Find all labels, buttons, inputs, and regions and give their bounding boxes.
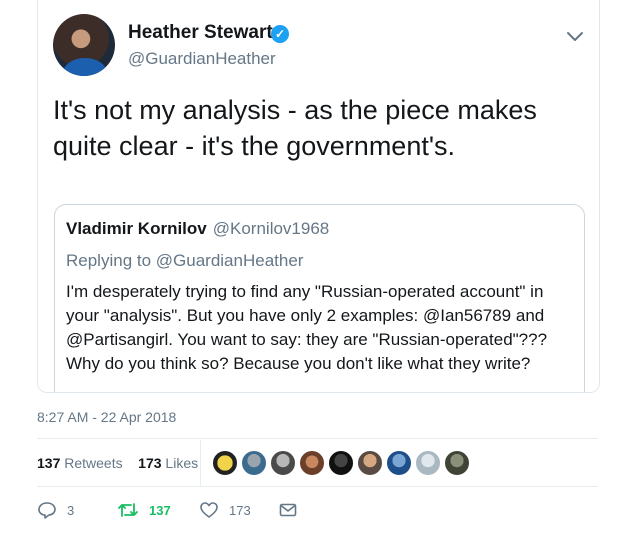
- tweet-timestamp[interactable]: 8:27 AM - 22 Apr 2018: [37, 409, 176, 425]
- quoted-author-name: Vladimir Kornilov: [66, 219, 207, 238]
- liker-avatar[interactable]: [328, 450, 354, 476]
- engagement-stats: 137 Retweets 173 Likes: [37, 455, 198, 471]
- retweets-count: 137: [37, 455, 61, 471]
- retweet-button[interactable]: 137: [117, 500, 171, 520]
- direct-message-button[interactable]: [278, 500, 308, 520]
- quoted-text: I'm desperately trying to find any "Russ…: [66, 282, 548, 373]
- verified-badge-icon: ✓: [271, 25, 289, 43]
- stats-separator: [200, 440, 201, 486]
- liker-avatar[interactable]: [415, 450, 441, 476]
- retweet-icon: [118, 503, 138, 517]
- liker-avatar[interactable]: [444, 450, 470, 476]
- like-button[interactable]: 173: [199, 500, 251, 520]
- reply-icon: [38, 502, 56, 519]
- retweet-count: 137: [149, 502, 171, 518]
- liker-avatar[interactable]: [386, 450, 412, 476]
- quoted-tweet[interactable]: Vladimir Kornilov @Kornilov1968 Replying …: [54, 204, 585, 392]
- tweet-text: It's not my analysis - as the piece make…: [53, 95, 537, 161]
- chevron-down-icon[interactable]: [565, 26, 585, 46]
- liker-avatar[interactable]: [241, 450, 267, 476]
- liker-avatar[interactable]: [357, 450, 383, 476]
- message-icon: [279, 503, 297, 517]
- reply-count: 3: [67, 502, 75, 518]
- likes-label: Likes: [165, 455, 199, 471]
- liker-avatar[interactable]: [270, 450, 296, 476]
- tweet-card: Heather Stewart ✓ @GuardianHeather It's …: [37, 0, 600, 393]
- divider: [37, 438, 598, 439]
- likes-stat[interactable]: 173 Likes: [138, 455, 198, 471]
- divider: [37, 486, 598, 487]
- quoted-author-handle: @Kornilov1968: [212, 219, 330, 238]
- liker-avatar[interactable]: [299, 450, 325, 476]
- quoted-author: Vladimir Kornilov @Kornilov1968: [66, 219, 329, 239]
- like-count: 173: [229, 502, 251, 518]
- replying-to: Replying to @GuardianHeather: [66, 251, 304, 270]
- author-avatar[interactable]: [53, 14, 115, 76]
- liker-avatar[interactable]: [212, 450, 238, 476]
- retweets-label: Retweets: [64, 455, 123, 471]
- likes-count: 173: [138, 455, 162, 471]
- heart-icon: [200, 502, 218, 518]
- author-handle[interactable]: @GuardianHeather: [128, 49, 276, 69]
- author-name[interactable]: Heather Stewart: [128, 22, 273, 44]
- reply-button[interactable]: 3: [37, 500, 74, 520]
- retweets-stat[interactable]: 137 Retweets: [37, 455, 123, 471]
